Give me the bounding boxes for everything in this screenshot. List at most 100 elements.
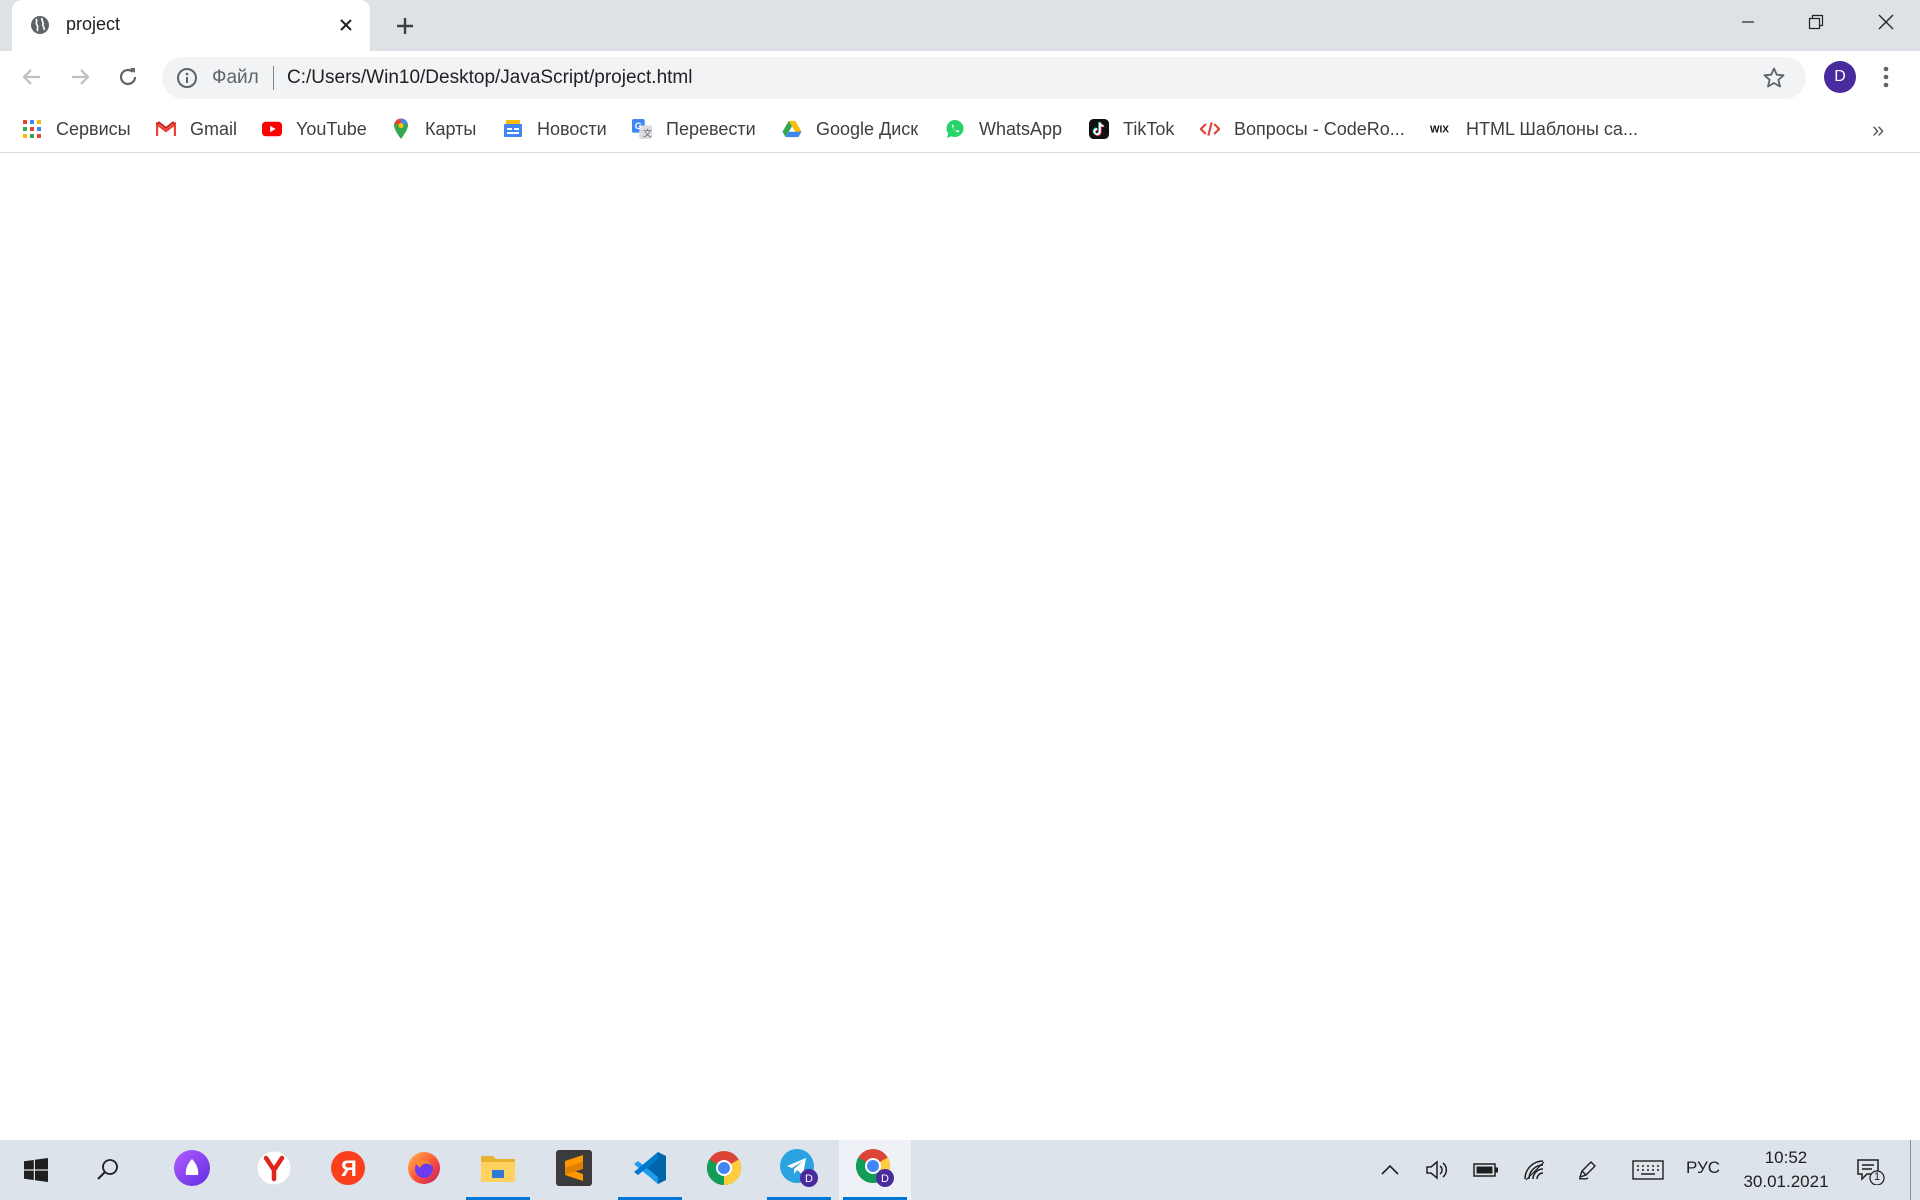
back-button[interactable] <box>14 59 50 95</box>
taskbar-app-chrome[interactable] <box>688 1140 760 1200</box>
bookmark-maps[interactable]: Карты <box>391 115 476 143</box>
taskbar-app-chrome-profile[interactable]: D <box>839 1140 911 1200</box>
gmail-icon <box>156 119 176 139</box>
tab-project[interactable]: project <box>12 0 370 51</box>
bookmark-label: Вопросы - CodeRo... <box>1234 118 1405 139</box>
bookmark-label: Gmail <box>190 118 238 139</box>
browser-toolbar: Файл C:/Users/Win10/Desktop/JavaScript/p… <box>0 51 1920 105</box>
taskbar-app-vscode[interactable] <box>614 1140 686 1200</box>
clock-time: 10:52 <box>1764 1148 1808 1167</box>
svg-text:G: G <box>635 121 642 131</box>
taskbar-app-firefox[interactable] <box>388 1140 460 1200</box>
taskbar-app-yandex-browser[interactable] <box>238 1140 310 1200</box>
bookmark-label: WhatsApp <box>979 118 1063 139</box>
bookmarks-overflow-icon[interactable]: » <box>1872 117 1884 143</box>
code-icon <box>1200 119 1220 139</box>
new-tab-button[interactable] <box>390 11 420 41</box>
volume-icon[interactable] <box>1422 1140 1452 1200</box>
vscode-icon <box>632 1150 668 1191</box>
taskbar: Я D D РУС 10:52 30.01.2021 1 <box>0 1140 1920 1200</box>
more-menu-icon[interactable] <box>1874 61 1898 93</box>
bookmark-wix[interactable]: WIX HTML Шаблоны са... <box>1430 115 1638 143</box>
bookmark-services[interactable]: Сервисы <box>22 115 131 143</box>
tab-strip: project <box>0 0 1920 51</box>
bookmark-tiktok[interactable]: TikTok <box>1089 115 1174 143</box>
chrome-icon: D <box>855 1148 895 1193</box>
taskbar-app-telegram[interactable]: D <box>763 1140 835 1200</box>
sublime-icon <box>556 1149 592 1191</box>
bookmark-label: Сервисы <box>56 118 131 139</box>
bookmark-translate[interactable]: G文 Перевести <box>632 115 756 143</box>
bookmark-label: Новости <box>537 118 607 139</box>
bookmark-drive[interactable]: Google Диск <box>782 115 918 143</box>
bookmark-label: Google Диск <box>816 118 919 139</box>
notification-count: 1 <box>1874 1171 1881 1183</box>
folder-icon <box>480 1152 516 1189</box>
notification-icon: 1 <box>1855 1155 1885 1185</box>
page-content <box>0 154 1920 1140</box>
wifi-icon[interactable] <box>1520 1140 1550 1200</box>
close-tab-icon[interactable] <box>334 13 358 37</box>
pen-icon[interactable] <box>1572 1140 1602 1200</box>
search-button[interactable] <box>72 1140 144 1200</box>
address-bar[interactable]: Файл C:/Users/Win10/Desktop/JavaScript/p… <box>162 57 1806 99</box>
taskbar-app-alice[interactable] <box>156 1140 228 1200</box>
wix-icon: WIX <box>1430 119 1452 139</box>
bookmark-youtube[interactable]: YouTube <box>262 115 367 143</box>
bookmark-label: Перевести <box>666 118 756 139</box>
svg-text:D: D <box>881 1173 889 1185</box>
minimize-button[interactable] <box>1714 0 1782 44</box>
profile-avatar[interactable]: D <box>1824 61 1856 93</box>
bookmark-label: Карты <box>425 118 477 139</box>
svg-text:文: 文 <box>643 127 652 138</box>
keyboard-icon[interactable] <box>1628 1140 1668 1200</box>
bookmark-star-icon[interactable] <box>1762 66 1786 90</box>
bookmark-coderoad[interactable]: Вопросы - CodeRo... <box>1200 115 1405 143</box>
taskbar-app-yandex[interactable]: Я <box>312 1140 384 1200</box>
close-window-button[interactable] <box>1852 0 1920 44</box>
firefox-icon <box>406 1150 442 1191</box>
start-button[interactable] <box>0 1140 72 1200</box>
drive-icon <box>782 119 802 139</box>
yandex-browser-icon <box>256 1150 292 1191</box>
taskbar-app-sublime[interactable] <box>538 1140 610 1200</box>
forward-button[interactable] <box>62 59 98 95</box>
show-desktop-divider[interactable] <box>1910 1140 1911 1200</box>
input-language-indicator[interactable]: РУС <box>1686 1158 1720 1178</box>
address-divider <box>273 66 274 90</box>
svg-text:Я: Я <box>341 1156 357 1181</box>
tab-title: project <box>66 14 121 34</box>
reload-button[interactable] <box>110 59 146 95</box>
yandex-icon: Я <box>330 1150 366 1191</box>
svg-text:WIX: WIX <box>1430 125 1449 135</box>
clock-date: 30.01.2021 <box>1743 1172 1829 1191</box>
tiktok-icon <box>1089 119 1109 139</box>
bookmarks-bar: Сервисы Gmail YouTube Карты Новости G文 П… <box>0 105 1920 153</box>
maps-pin-icon <box>391 118 411 139</box>
clock[interactable]: 10:52 30.01.2021 <box>1736 1146 1836 1194</box>
apps-grid-icon <box>22 119 42 139</box>
whatsapp-icon <box>945 119 965 139</box>
bookmark-label: YouTube <box>296 118 367 139</box>
translate-icon: G文 <box>632 119 652 139</box>
info-icon[interactable] <box>176 67 198 89</box>
restore-button[interactable] <box>1782 0 1850 44</box>
telegram-icon: D <box>779 1148 819 1193</box>
show-hidden-icons-button[interactable] <box>1376 1140 1404 1200</box>
chrome-icon <box>706 1150 742 1191</box>
bookmark-gmail[interactable]: Gmail <box>156 115 237 143</box>
url-scheme-label: Файл <box>212 67 259 88</box>
url-text[interactable]: C:/Users/Win10/Desktop/JavaScript/projec… <box>287 67 692 89</box>
svg-text:D: D <box>805 1173 813 1185</box>
action-center-button[interactable]: 1 <box>1850 1140 1890 1200</box>
taskbar-app-explorer[interactable] <box>462 1140 534 1200</box>
globe-icon <box>30 15 50 35</box>
battery-icon[interactable] <box>1470 1140 1502 1200</box>
youtube-icon <box>262 119 282 139</box>
bookmark-news[interactable]: Новости <box>503 115 607 143</box>
bookmark-label: TikTok <box>1123 118 1175 139</box>
news-icon <box>503 119 523 139</box>
bookmark-label: HTML Шаблоны са... <box>1466 118 1638 139</box>
alice-icon <box>173 1149 211 1192</box>
bookmark-whatsapp[interactable]: WhatsApp <box>945 115 1062 143</box>
